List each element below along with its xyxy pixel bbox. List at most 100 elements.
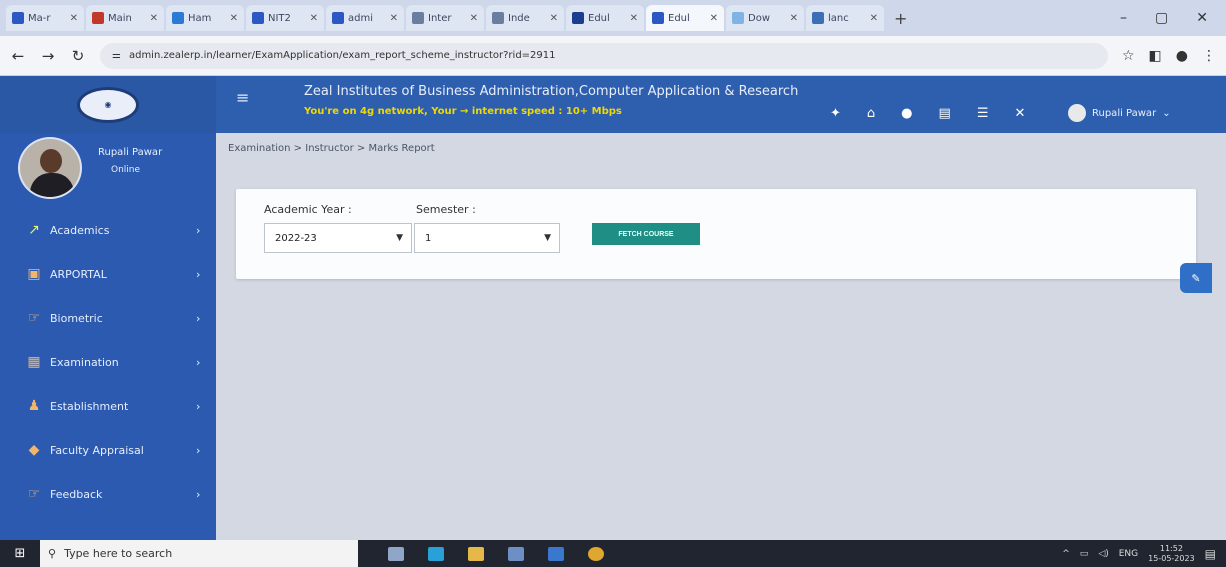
sidebar-item-feedback[interactable]: ☞ Feedback › [0, 479, 216, 509]
browser-tab[interactable]: Inter ✕ [406, 5, 484, 31]
sidebar-item-arportal[interactable]: ▣ ARPORTAL › [0, 259, 216, 289]
browser-tab[interactable]: Ma-r ✕ [6, 5, 84, 31]
edge-icon[interactable] [428, 546, 444, 561]
settings-tab-icon[interactable]: ✎ [1180, 263, 1212, 293]
sidebar-item-faculty-appraisal[interactable]: ◆ Faculty Appraisal › [0, 435, 216, 465]
close-tab-icon[interactable]: ✕ [550, 13, 558, 24]
browser-tab-active[interactable]: Edul ✕ [646, 5, 724, 31]
close-tab-icon[interactable]: ✕ [150, 13, 158, 24]
tab-label: Inde [508, 12, 530, 24]
sidebar-item-academics[interactable]: ↗ Academics › [0, 215, 216, 245]
browser-tab[interactable]: Main ✕ [86, 5, 164, 31]
site-info-icon[interactable]: ⚌ [112, 50, 121, 61]
tab-label: Main [108, 12, 132, 24]
tab-favicon-icon [332, 12, 344, 24]
reload-icon[interactable]: ↻ [70, 47, 86, 65]
chat-icon[interactable]: ▤ [939, 106, 951, 121]
main-content: Examination > Instructor > Marks Report … [216, 133, 1226, 540]
browser-tab[interactable]: lanc ✕ [806, 5, 884, 31]
user-avatar [1068, 104, 1086, 122]
breadcrumb: Examination > Instructor > Marks Report [228, 143, 435, 154]
language-indicator[interactable]: ENG [1119, 549, 1138, 559]
bookmark-star-icon[interactable]: ☆ [1122, 48, 1135, 64]
taskbar-search[interactable]: ⚲ Type here to search [40, 540, 358, 567]
volume-icon[interactable]: ◁) [1098, 549, 1108, 559]
pin-icon[interactable]: ✦ [830, 106, 841, 121]
task-view-icon[interactable] [388, 546, 404, 561]
fetch-course-button[interactable]: FETCH COURSE [592, 223, 700, 245]
clock[interactable]: 11:52 15-05-2023 [1148, 544, 1195, 564]
home-icon[interactable]: ⌂ [867, 106, 875, 121]
browser-tab[interactable]: Edul ✕ [566, 5, 644, 31]
app-header: ◉ ≡ Zeal Institutes of Business Administ… [0, 76, 1226, 133]
minimize-icon[interactable]: – [1120, 10, 1127, 26]
split-view-icon[interactable]: ◧ [1149, 48, 1162, 64]
windows-start-icon[interactable]: ⊞ [0, 546, 40, 561]
chevron-up-icon[interactable]: ^ [1062, 549, 1070, 559]
close-tab-icon[interactable]: ✕ [630, 13, 638, 24]
close-tab-icon[interactable]: ✕ [230, 13, 238, 24]
browser-tab[interactable]: Inde ✕ [486, 5, 564, 31]
sidebar-item-label: Faculty Appraisal [50, 443, 144, 457]
clock-date: 15-05-2023 [1148, 553, 1195, 563]
tab-favicon-icon [252, 12, 264, 24]
browser-tab-strip: Ma-r ✕ Main ✕ Ham ✕ NIT2 ✕ admi ✕ Inter ✕ Inde… [0, 0, 1226, 36]
maximize-icon[interactable]: ▢ [1155, 10, 1168, 26]
notification-icon[interactable]: ▤ [1205, 547, 1216, 561]
url-field[interactable]: ⚌ admin.zealerp.in/learner/ExamApplicati… [100, 42, 1108, 69]
sidebar: Rupali Pawar Online ↗ Academics › ▣ ARPO… [0, 133, 216, 540]
new-tab-icon[interactable]: + [886, 9, 915, 28]
semester-label: Semester : [416, 203, 476, 216]
close-tab-icon[interactable]: ✕ [470, 13, 478, 24]
forward-icon[interactable]: → [40, 47, 56, 65]
close-tab-icon[interactable]: ✕ [310, 13, 318, 24]
tab-favicon-icon [12, 12, 24, 24]
academic-year-label: Academic Year : [264, 203, 352, 216]
browser-tab[interactable]: Ham ✕ [166, 5, 244, 31]
browser-tab[interactable]: NIT2 ✕ [246, 5, 324, 31]
close-tab-icon[interactable]: ✕ [870, 13, 878, 24]
network-icon[interactable]: ▭ [1080, 549, 1089, 559]
chevron-right-icon: › [196, 443, 201, 457]
back-icon[interactable]: ← [10, 47, 26, 65]
academic-year-select[interactable]: 2022-23 ▼ [264, 223, 412, 253]
chevron-down-icon: ▼ [396, 233, 403, 243]
semester-select[interactable]: 1 ▼ [414, 223, 560, 253]
url-text: admin.zealerp.in/learner/ExamApplication… [128, 50, 556, 61]
file-explorer-icon[interactable] [468, 546, 484, 561]
close-icon[interactable]: ✕ [1014, 106, 1025, 121]
fingerprint-icon: ☞ [27, 310, 41, 326]
sidebar-item-establishment[interactable]: ♟ Establishment › [0, 391, 216, 421]
semester-value: 1 [425, 232, 432, 244]
browser-tab[interactable]: admi ✕ [326, 5, 404, 31]
store-icon[interactable] [508, 546, 524, 561]
browser-tab[interactable]: Dow ✕ [726, 5, 804, 31]
close-tab-icon[interactable]: ✕ [390, 13, 398, 24]
tab-label: Inter [428, 12, 452, 24]
institute-name: Zeal Institutes of Business Administrati… [304, 84, 799, 99]
close-tab-icon[interactable]: ✕ [70, 13, 78, 24]
network-speed-message: You're on 4g network, Your → internet sp… [304, 106, 622, 117]
mail-icon[interactable] [548, 546, 564, 561]
sidebar-item-label: ARPORTAL [50, 267, 107, 281]
user-menu[interactable]: Rupali Pawar ⌄ [1068, 104, 1171, 122]
portal-icon: ▣ [27, 266, 41, 282]
close-tab-icon[interactable]: ✕ [790, 13, 798, 24]
tab-favicon-icon [412, 12, 424, 24]
tab-label: Ma-r [28, 12, 51, 24]
hamburger-menu-icon[interactable]: ≡ [236, 88, 249, 107]
chrome-icon[interactable] [588, 546, 604, 561]
sidebar-item-biometric[interactable]: ☞ Biometric › [0, 303, 216, 333]
tab-favicon-icon [812, 12, 824, 24]
user-name: Rupali Pawar [1092, 107, 1157, 119]
browser-menu-icon[interactable]: ⋮ [1202, 48, 1216, 64]
close-window-icon[interactable]: ✕ [1196, 10, 1208, 26]
help-icon[interactable]: ● [901, 106, 912, 121]
profile-status: Online [111, 165, 141, 175]
tab-label: Edul [588, 12, 610, 24]
logo-area: ◉ [0, 76, 216, 133]
close-tab-icon[interactable]: ✕ [710, 13, 718, 24]
sidebar-item-examination[interactable]: ▦ Examination › [0, 347, 216, 377]
list-icon[interactable]: ☰ [977, 106, 989, 121]
profile-icon[interactable]: ● [1176, 48, 1188, 64]
